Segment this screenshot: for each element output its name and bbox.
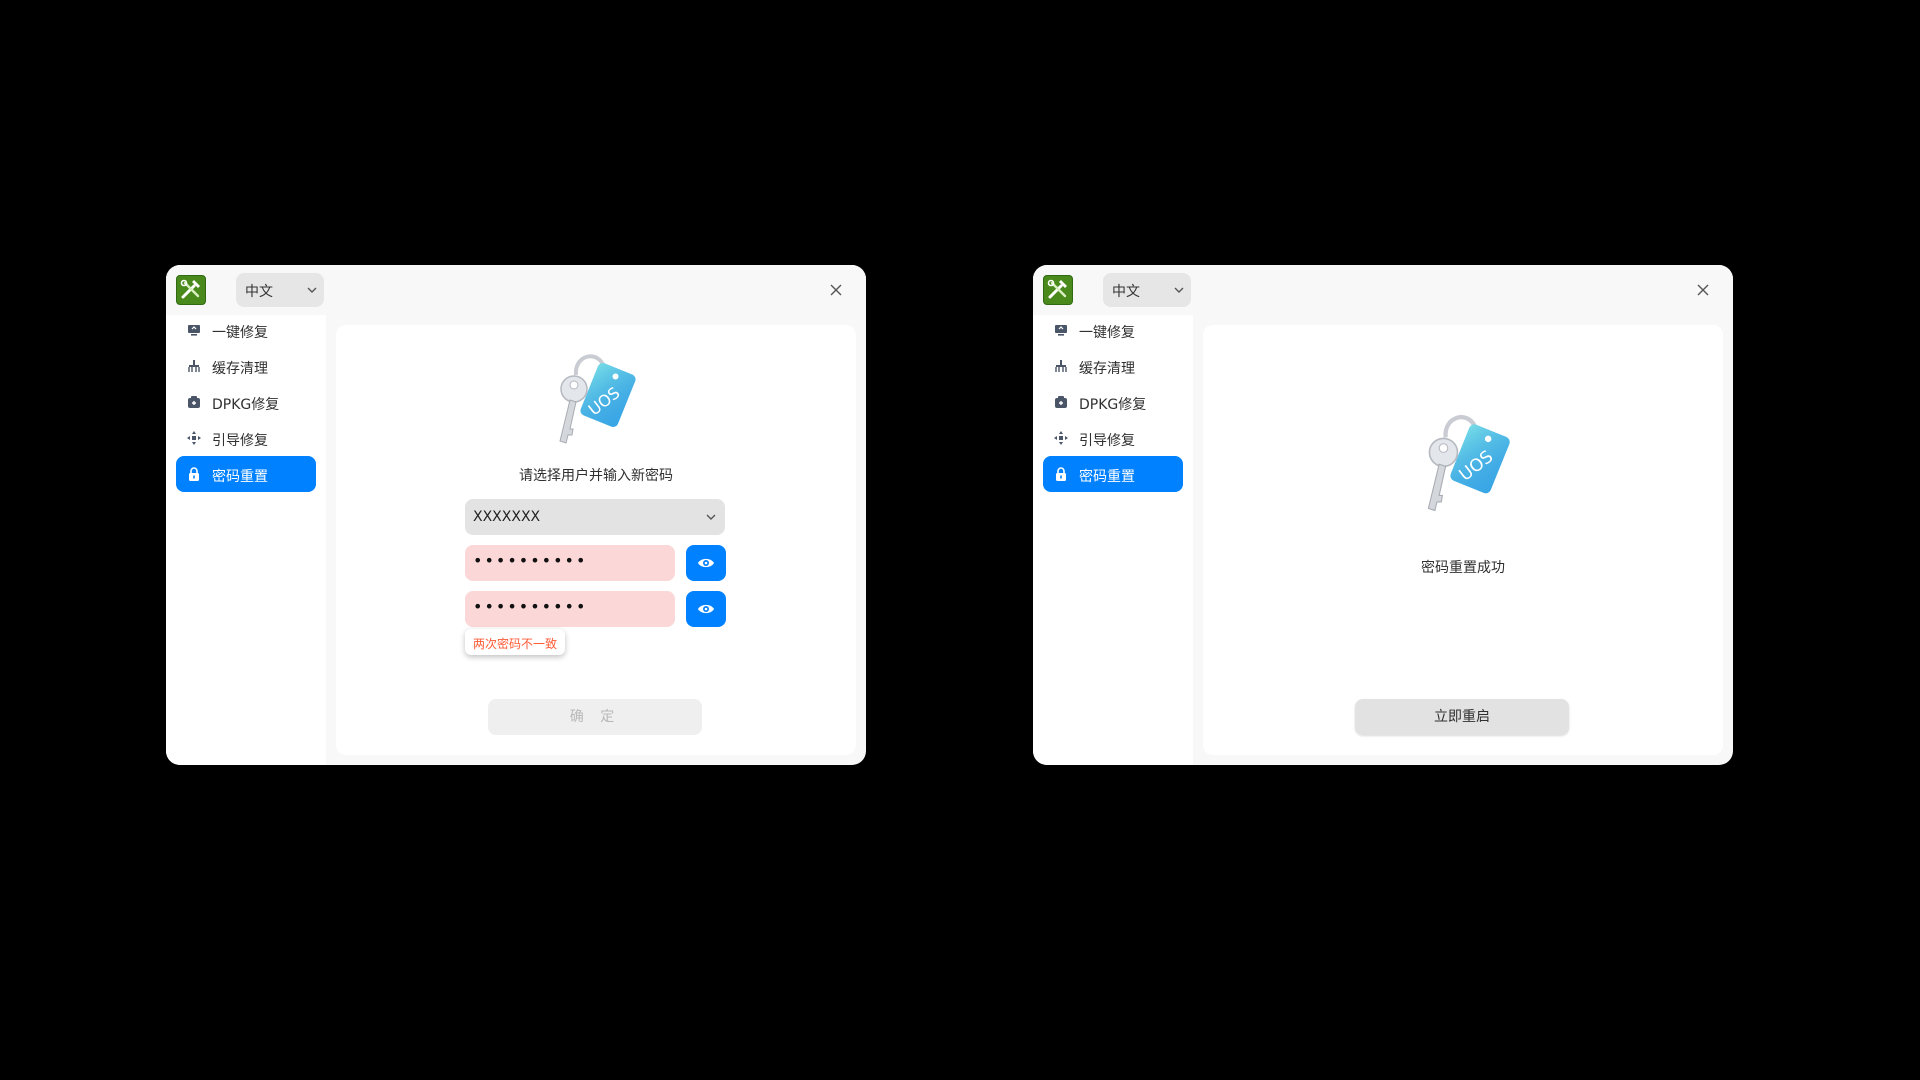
password-mismatch-tooltip: 两次密码不一致 (465, 629, 565, 655)
close-icon[interactable] (1693, 280, 1713, 300)
eye-icon (698, 558, 714, 568)
sidebar-item-label: 密码重置 (1079, 469, 1135, 485)
sidebar-item-label: 一键修复 (212, 325, 268, 341)
language-select[interactable]: 中文 (236, 273, 324, 307)
titlebar: 中文 (1033, 265, 1733, 315)
sidebar-item-label: DPKG修复 (1079, 397, 1147, 413)
chevron-down-icon (706, 514, 716, 520)
sidebar-item-dpkg-repair[interactable]: DPKG修复 (176, 384, 316, 420)
chevron-down-icon (1174, 287, 1184, 293)
sidebar-item-password-reset[interactable]: 密码重置 (176, 456, 316, 492)
package-icon (188, 396, 200, 408)
move-icon (187, 431, 201, 445)
sidebar-item-boot-repair[interactable]: 引导修复 (176, 420, 316, 456)
titlebar: 中文 (166, 265, 866, 315)
password-reset-window: 中文 一键修复 缓存清理 DPKG修复 引导修复 密码重置 UOS 请选择用户并… (166, 265, 866, 765)
key-tag-icon: UOS (1427, 415, 1510, 512)
confirm-password-field[interactable]: •••••••••• (465, 591, 675, 627)
package-icon (1055, 396, 1067, 408)
sidebar-item-label: 缓存清理 (212, 361, 268, 377)
sidebar-item-one-click-repair[interactable]: 一键修复 (1043, 312, 1183, 348)
sidebar-item-dpkg-repair[interactable]: DPKG修复 (1043, 384, 1183, 420)
language-value: 中文 (1112, 284, 1140, 300)
language-value: 中文 (245, 284, 273, 300)
confirm-password-value: •••••••••• (473, 597, 588, 616)
tools-app-icon (1043, 275, 1073, 305)
show-confirm-password-button[interactable] (686, 591, 726, 627)
language-select[interactable]: 中文 (1103, 273, 1191, 307)
password-reset-success-panel: UOS 密码重置成功 立即重启 (1203, 325, 1723, 755)
sidebar: 一键修复 缓存清理 DPKG修复 引导修复 密码重置 (1033, 315, 1193, 765)
monitor-repair-icon (188, 325, 200, 336)
eye-icon (698, 604, 714, 614)
key-tag-icon: UOS (559, 354, 636, 444)
success-message: 密码重置成功 (1421, 560, 1505, 576)
sidebar-item-label: 缓存清理 (1079, 361, 1135, 377)
broom-icon (188, 360, 200, 372)
show-password-button[interactable] (686, 545, 726, 581)
chevron-down-icon (307, 287, 317, 293)
lock-icon (1056, 467, 1066, 481)
sidebar-item-one-click-repair[interactable]: 一键修复 (176, 312, 316, 348)
tools-app-icon (176, 275, 206, 305)
reset-prompt: 请选择用户并输入新密码 (519, 468, 673, 484)
sidebar-item-boot-repair[interactable]: 引导修复 (1043, 420, 1183, 456)
user-select-value: XXXXXXX (473, 509, 541, 525)
close-icon[interactable] (826, 280, 846, 300)
tooltip-text: 两次密码不一致 (473, 637, 558, 651)
move-icon (1054, 431, 1068, 445)
confirm-button[interactable]: 确 定 (488, 699, 702, 735)
sidebar-item-label: 引导修复 (1079, 433, 1135, 449)
reboot-now-button[interactable]: 立即重启 (1355, 699, 1569, 735)
sidebar-item-label: DPKG修复 (212, 397, 280, 413)
broom-icon (1055, 360, 1067, 372)
sidebar: 一键修复 缓存清理 DPKG修复 引导修复 密码重置 (166, 315, 326, 765)
sidebar-item-label: 一键修复 (1079, 325, 1135, 341)
lock-icon (189, 467, 199, 481)
password-reset-panel: UOS 请选择用户并输入新密码 XXXXXXX •••••••••• •••••… (336, 325, 856, 755)
sidebar-item-label: 引导修复 (212, 433, 268, 449)
new-password-field[interactable]: •••••••••• (465, 545, 675, 581)
new-password-value: •••••••••• (473, 551, 588, 570)
monitor-repair-icon (1055, 325, 1067, 336)
sidebar-item-label: 密码重置 (212, 469, 268, 485)
sidebar-item-password-reset[interactable]: 密码重置 (1043, 456, 1183, 492)
password-reset-success-window: 中文 一键修复 缓存清理 DPKG修复 引导修复 密码重置 UOS 密码重置成功… (1033, 265, 1733, 765)
sidebar-item-cache-clean[interactable]: 缓存清理 (176, 348, 316, 384)
sidebar-item-cache-clean[interactable]: 缓存清理 (1043, 348, 1183, 384)
user-select[interactable]: XXXXXXX (465, 499, 725, 535)
